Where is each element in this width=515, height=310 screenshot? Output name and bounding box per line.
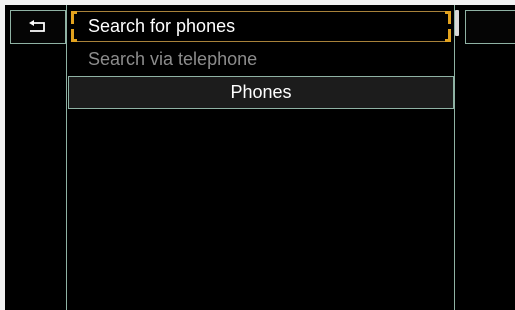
focus-frame-line xyxy=(77,11,445,12)
list-item-label: Search for phones xyxy=(88,16,236,36)
focus-frame-line xyxy=(77,41,445,42)
list-item-search-via-telephone[interactable]: Search via telephone xyxy=(67,43,454,76)
scrollbar-thumb[interactable] xyxy=(455,10,459,36)
back-arrow-icon xyxy=(29,20,45,32)
focus-corner xyxy=(445,11,451,24)
back-button[interactable] xyxy=(10,10,66,44)
list-item-search-for-phones[interactable]: Search for phones xyxy=(67,10,454,43)
phone-menu-screen: Search for phones Search via telephone P… xyxy=(5,5,515,310)
menu-list: Search for phones Search via telephone P… xyxy=(66,5,455,310)
list-item-label: Search via telephone xyxy=(88,49,258,69)
right-side-tab[interactable] xyxy=(465,10,515,44)
focus-corner xyxy=(71,11,77,24)
section-header-phones: Phones xyxy=(68,76,454,109)
section-header-label: Phones xyxy=(230,82,292,102)
focus-corner xyxy=(445,29,451,42)
